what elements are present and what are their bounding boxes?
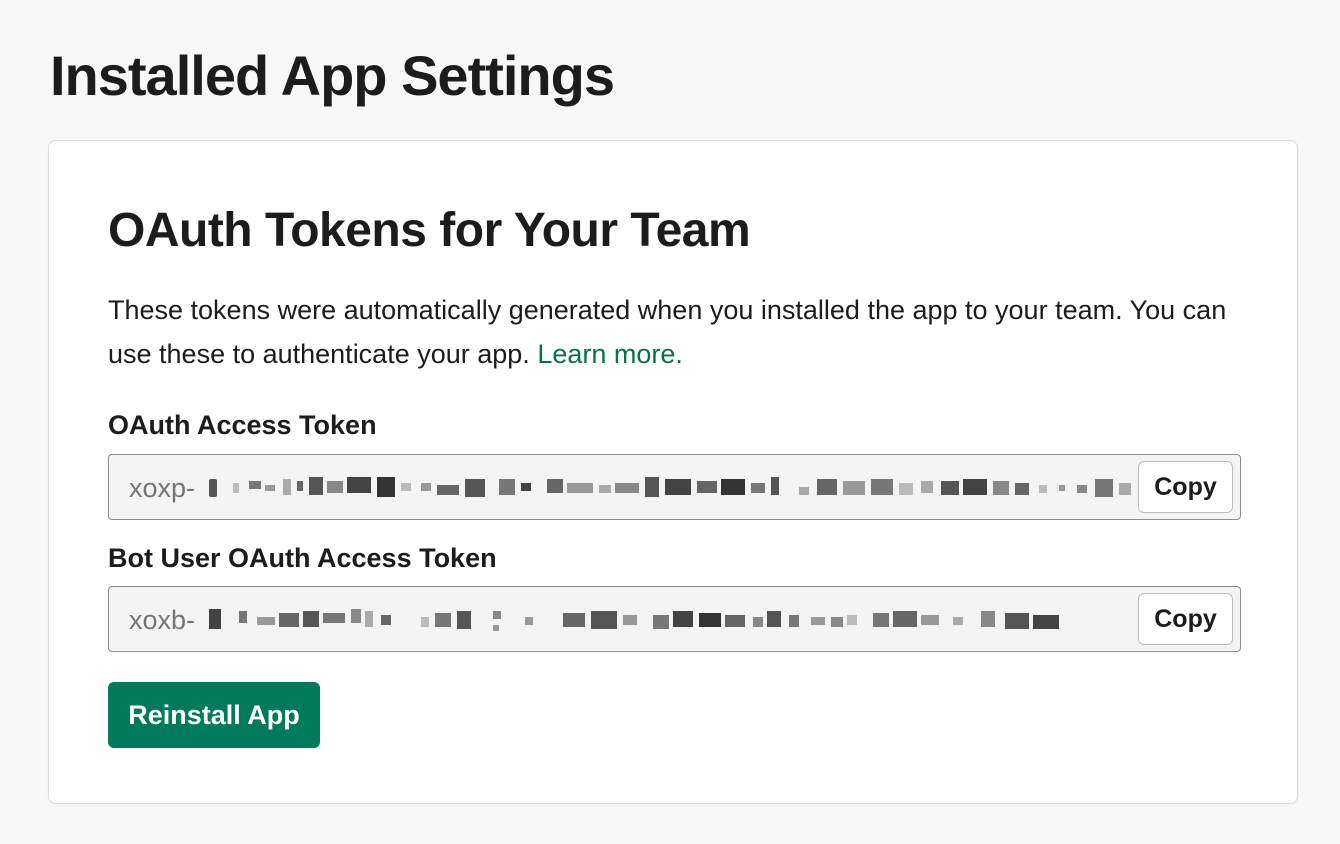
bot-user-oauth-access-token-label: Bot User OAuth Access Token [108, 543, 497, 573]
page-title: Installed App Settings [50, 44, 615, 107]
copy-oauth-access-token-button[interactable]: Copy [1138, 461, 1233, 513]
oauth-access-token-field[interactable]: xoxp- Copy [108, 454, 1241, 520]
bot-user-oauth-access-token-prefix: xoxb- [129, 605, 196, 635]
oauth-access-token-label: OAuth Access Token [108, 410, 377, 440]
oauth-access-token-prefix: xoxp- [129, 473, 196, 503]
oauth-access-token-redaction [209, 477, 1131, 497]
learn-more-link[interactable]: Learn more. [537, 339, 683, 369]
card-description: These tokens were automatically generate… [108, 288, 1248, 376]
bot-user-oauth-access-token-redaction [209, 609, 1059, 631]
bot-user-oauth-access-token-field[interactable]: xoxb- Copy [108, 586, 1241, 652]
copy-bot-user-oauth-access-token-button[interactable]: Copy [1138, 593, 1233, 645]
reinstall-app-button[interactable]: Reinstall App [108, 682, 320, 748]
oauth-tokens-card: OAuth Tokens for Your Team These tokens … [48, 140, 1298, 804]
card-title: OAuth Tokens for Your Team [108, 204, 751, 257]
